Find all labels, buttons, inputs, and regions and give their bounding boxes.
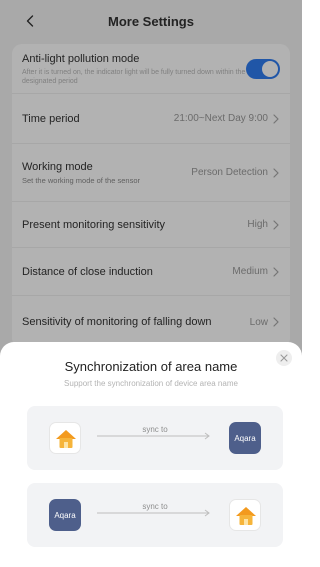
area-sync-sheet: Synchronization of area name Support the…	[0, 342, 302, 567]
sync-option-aqara-to-home[interactable]: Aqara sync to	[27, 483, 283, 547]
arrow-right-icon	[97, 509, 210, 517]
sheet-subtitle: Support the synchronization of device ar…	[64, 379, 238, 388]
arrow-right-icon	[97, 432, 210, 440]
home-app-icon	[229, 499, 261, 531]
sync-option-home-to-aqara[interactable]: sync to Aqara	[27, 406, 283, 470]
aqara-app-icon: Aqara	[229, 422, 261, 454]
sheet-title: Synchronization of area name	[64, 359, 238, 374]
